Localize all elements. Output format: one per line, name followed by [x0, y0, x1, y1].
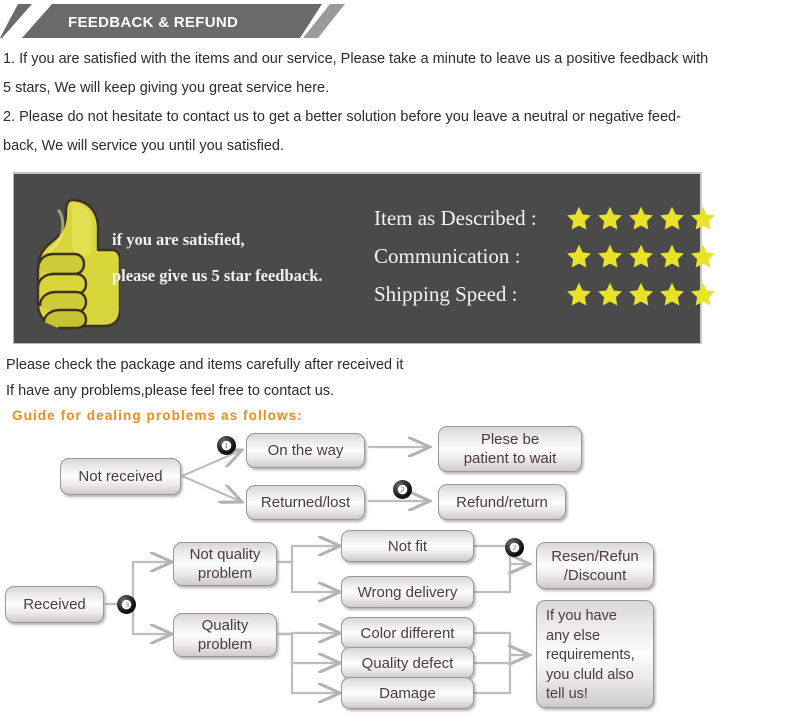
mid-line: If have any problems,please feel free to… — [6, 383, 335, 399]
intro-paragraphs: 1. If you are satisfied with the items a… — [3, 45, 797, 161]
rating-row-item-as-described: Item as Described : — [374, 199, 716, 237]
badge-three: ❸ — [117, 595, 136, 614]
star-icon — [691, 206, 715, 230]
mid-line: Please check the package and items caref… — [6, 357, 404, 373]
flow-box-plese-be-patient-to-wait[interactable]: Plese be patient to wait — [438, 426, 582, 472]
intro-line: back, We will service you until you sati… — [3, 138, 284, 154]
star-icon — [691, 244, 715, 268]
flow-box-wrong-delivery[interactable]: Wrong delivery — [341, 576, 474, 608]
flow-box-received[interactable]: Received — [5, 586, 104, 623]
badge-two-lower: ❷ — [505, 538, 524, 557]
flow-box-label: Quality defect — [361, 654, 454, 672]
rating-row-shipping-speed: Shipping Speed : — [374, 275, 716, 313]
star-rating-5 — [566, 205, 716, 231]
flow-box-label: On the way — [267, 442, 344, 459]
flow-box-not-quality-problem[interactable]: Not quality problem — [173, 542, 277, 586]
flow-box-not-received[interactable]: Not received — [60, 458, 181, 495]
flow-box-label: Refund/return — [456, 493, 548, 511]
flow-box-label: Plese be patient to wait — [463, 431, 557, 467]
star-rating-5 — [566, 281, 716, 307]
flow-box-returned-lost[interactable]: Returned/lost — [246, 485, 365, 520]
flow-box-on-the-way[interactable]: On the way — [246, 433, 365, 468]
flow-box-damage[interactable]: Damage — [341, 677, 474, 709]
flow-box-label: Returned/lost — [260, 494, 351, 511]
star-icon — [567, 244, 591, 268]
thumbs-up-icon — [28, 192, 122, 332]
rating-label: Shipping Speed : — [374, 281, 518, 306]
flow-box-resend-refund-discount[interactable]: Resen/Refun /Discount — [536, 542, 654, 589]
badge-two-upper: ❷ — [393, 480, 412, 499]
page-title: FEEDBACK & REFUND — [68, 14, 239, 31]
banner-text-line: please give us 5 star feedback. — [112, 266, 323, 285]
flow-box-color-different[interactable]: Color different — [341, 617, 474, 649]
star-icon — [629, 206, 653, 230]
flow-box-label: Not received — [78, 468, 163, 485]
star-icon — [660, 206, 684, 230]
badge-one: ❶ — [217, 436, 236, 455]
flow-box-any-else-requirements[interactable]: If you have any else requirements, you c… — [536, 600, 654, 708]
intro-line: 1. If you are satisfied with the items a… — [3, 51, 709, 67]
intro-line: 2. Please do not hesitate to contact us … — [3, 109, 681, 125]
banner-left-text: if you are satisfied, please give us 5 s… — [112, 222, 362, 294]
flow-box-label: Not fit — [387, 537, 428, 555]
star-icon — [567, 206, 591, 230]
flow-box-label: Quality problem — [197, 617, 253, 653]
star-rating-5 — [566, 243, 716, 269]
flow-box-refund-return[interactable]: Refund/return — [438, 484, 566, 520]
rating-label: Item as Described : — [374, 205, 537, 230]
flow-box-not-fit[interactable]: Not fit — [341, 530, 474, 562]
flow-box-label: Color different — [360, 624, 455, 642]
flow-box-quality-problem[interactable]: Quality problem — [173, 613, 277, 657]
flow-box-label: Damage — [379, 684, 436, 702]
star-icon — [598, 206, 622, 230]
flow-box-quality-defect[interactable]: Quality defect — [341, 647, 474, 679]
intro-line: 5 stars, We will keep giving you great s… — [3, 80, 330, 96]
problem-resolution-flowchart: Not received ❶ On the way Returned/lost … — [0, 418, 800, 716]
flow-box-label: Resen/Refun /Discount — [551, 547, 639, 584]
banner-text-line: if you are satisfied, — [112, 230, 245, 249]
star-icon — [598, 244, 622, 268]
star-icon — [660, 282, 684, 306]
flow-box-label: If you have any else requirements, you c… — [546, 608, 635, 702]
package-check-text: Please check the package and items caref… — [6, 352, 706, 428]
star-icon — [691, 282, 715, 306]
star-icon — [629, 282, 653, 306]
five-star-feedback-banner: if you are satisfied, please give us 5 s… — [13, 172, 715, 344]
star-icon — [567, 282, 591, 306]
flow-box-label: Wrong delivery — [357, 583, 458, 601]
ratings-list: Item as Described : Communication : Ship… — [374, 199, 716, 313]
star-icon — [629, 244, 653, 268]
star-icon — [598, 282, 622, 306]
star-icon — [660, 244, 684, 268]
flow-box-label: Received — [23, 596, 86, 613]
feedback-refund-header-banner: FEEDBACK & REFUND — [0, 4, 800, 38]
rating-row-communication: Communication : — [374, 237, 716, 275]
flow-box-label: Not quality problem — [189, 546, 261, 582]
rating-label: Communication : — [374, 243, 521, 268]
